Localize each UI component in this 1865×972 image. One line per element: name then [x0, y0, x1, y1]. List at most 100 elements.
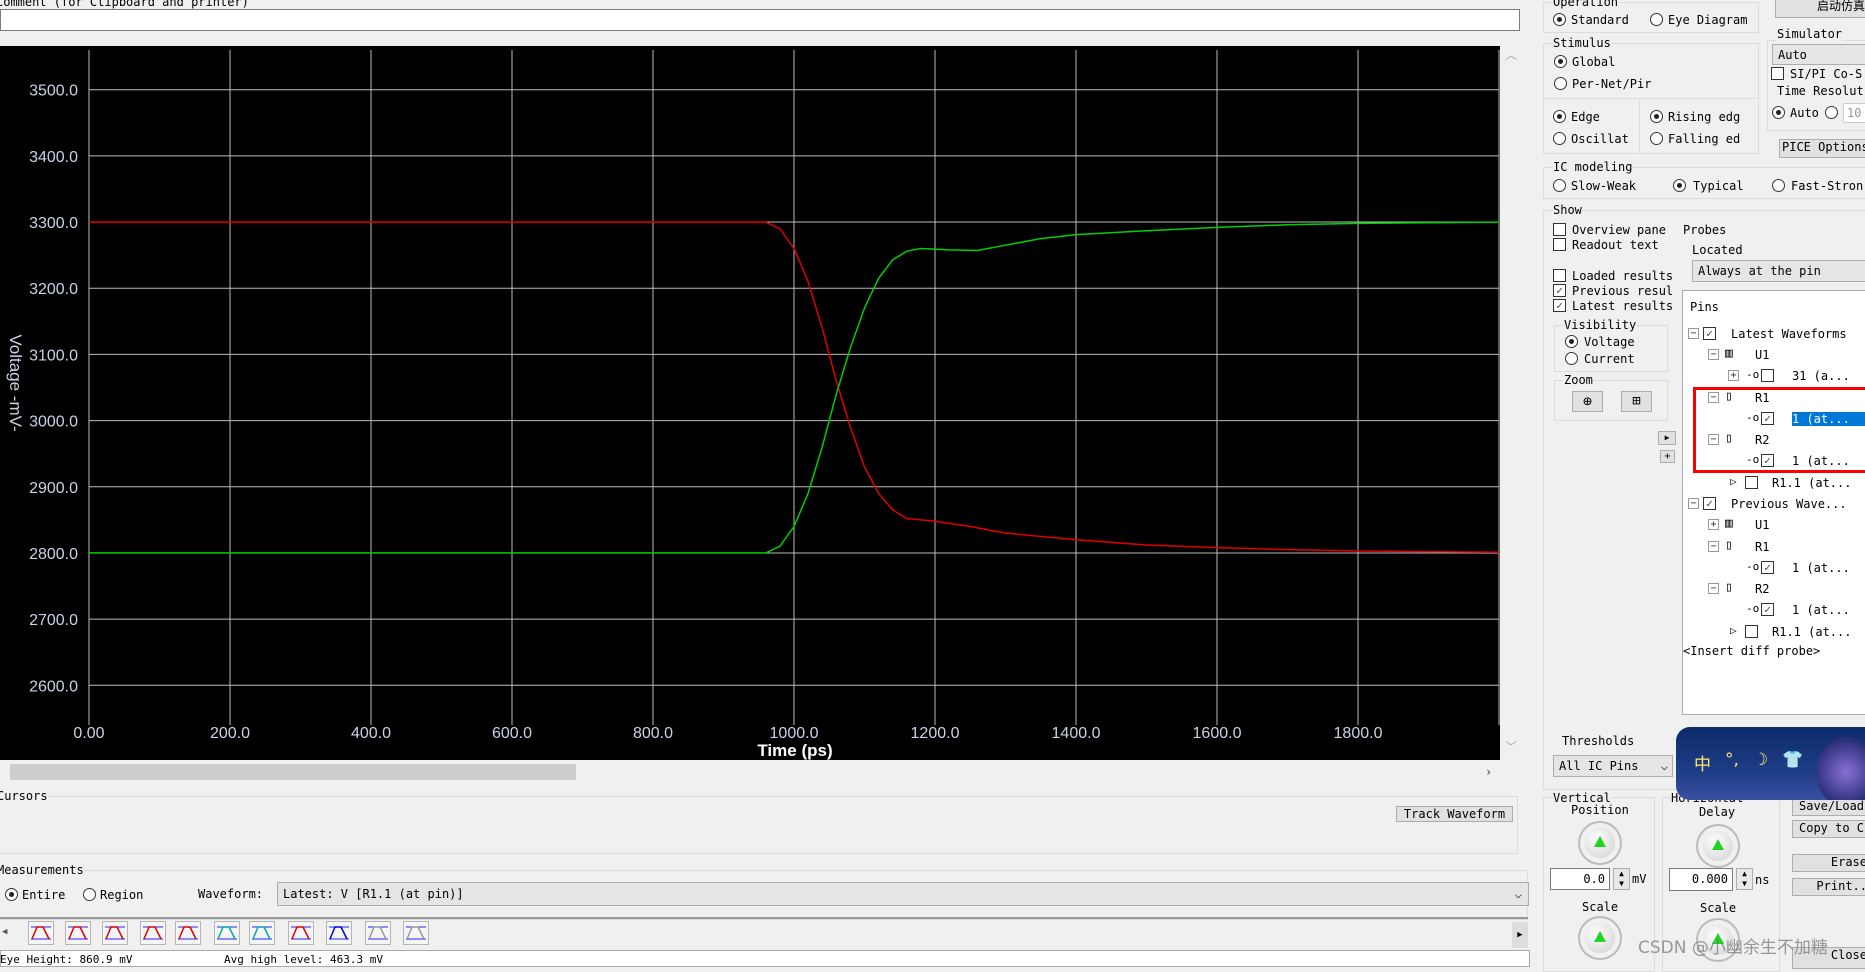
- tree-item-label[interactable]: 1 (at...: [1792, 561, 1850, 575]
- horizontal-delay-spinner[interactable]: ▲ ▼: [1736, 868, 1753, 890]
- ime-toolbar[interactable]: 中 °, ☽ 👕 ★: [1676, 727, 1865, 800]
- time-custom-radio[interactable]: [1825, 106, 1838, 119]
- tree-item-label[interactable]: Previous Wave...: [1731, 497, 1847, 511]
- jitter-icon-button[interactable]: [326, 921, 352, 945]
- tree-item-label[interactable]: 31 (a...: [1792, 369, 1850, 383]
- vertical-scrollbar[interactable]: ︿ ﹀: [1500, 46, 1520, 762]
- waveform-select[interactable]: Latest: V [R1.1 (at pin)] ⌵: [277, 882, 1529, 906]
- thresholds-select[interactable]: All IC Pins ⌵: [1553, 755, 1673, 777]
- per-net-radio[interactable]: [1554, 77, 1567, 90]
- oscillator-radio[interactable]: [1553, 132, 1566, 145]
- edge-radio[interactable]: [1553, 110, 1566, 123]
- located-select[interactable]: Always at the pin: [1692, 260, 1865, 282]
- tree-expander[interactable]: −: [1688, 328, 1699, 339]
- rising-edge-radio[interactable]: [1650, 110, 1663, 123]
- tree-expander[interactable]: +: [1728, 370, 1739, 381]
- tree-expander[interactable]: −: [1708, 349, 1719, 360]
- tree-checkbox[interactable]: ✓: [1703, 327, 1716, 340]
- tree-checkbox[interactable]: [1761, 369, 1774, 382]
- tree-item-label[interactable]: R2: [1755, 582, 1769, 596]
- current-radio[interactable]: [1565, 352, 1578, 365]
- sipi-checkbox[interactable]: [1771, 67, 1784, 80]
- spice-options-button[interactable]: PICE Options: [1779, 139, 1865, 158]
- scroll-right-icon[interactable]: ›: [1485, 765, 1492, 779]
- add-probe-arrow-button[interactable]: ▶: [1658, 431, 1676, 445]
- fall-time-icon-button[interactable]: [140, 921, 166, 945]
- slow-weak-radio[interactable]: [1553, 179, 1566, 192]
- erase-button[interactable]: Erase: [1792, 854, 1865, 872]
- chevron-down-icon: ⌵: [1660, 759, 1668, 773]
- print-button[interactable]: Print..: [1792, 878, 1865, 896]
- tree-expander[interactable]: −: [1708, 541, 1719, 552]
- time-resolution-input[interactable]: 10: [1843, 103, 1865, 123]
- pulse-width-icon-button[interactable]: [214, 921, 240, 945]
- eye-mask-icon-button[interactable]: [365, 921, 391, 945]
- ime-chinese-icon[interactable]: 中: [1694, 750, 1711, 775]
- tree-expander[interactable]: −: [1688, 498, 1699, 509]
- tree-expander[interactable]: +: [1708, 519, 1719, 530]
- tree-item-label[interactable]: U1: [1755, 518, 1769, 532]
- ime-moon-icon[interactable]: ☽: [1753, 750, 1768, 775]
- track-waveform-button[interactable]: Track Waveform: [1396, 806, 1513, 822]
- crossing-icon-button[interactable]: [288, 921, 314, 945]
- vertical-scale-knob[interactable]: [1585, 923, 1615, 953]
- tree-checkbox[interactable]: [1745, 625, 1758, 638]
- simulator-select[interactable]: Auto: [1772, 44, 1865, 65]
- rise-time-icon-button[interactable]: [175, 921, 201, 945]
- readout-text-checkbox[interactable]: [1553, 238, 1566, 251]
- tree-checkbox[interactable]: ✓: [1703, 497, 1716, 510]
- horizontal-scrollbar[interactable]: ›: [0, 762, 1500, 782]
- ime-punctuation-icon[interactable]: °,: [1725, 750, 1739, 775]
- tree-item-label[interactable]: R1.1 (at...: [1772, 476, 1851, 490]
- tree-expander[interactable]: −: [1708, 583, 1719, 594]
- tree-item-label[interactable]: Latest Waveforms: [1731, 327, 1847, 341]
- y-tick-label: 3100.0: [29, 347, 78, 364]
- eye-diagram-radio[interactable]: [1650, 13, 1663, 26]
- scrollbar-thumb[interactable]: [10, 764, 576, 780]
- zoom-fit-button[interactable]: ⊞: [1621, 391, 1652, 412]
- falling-edge-radio[interactable]: [1650, 132, 1663, 145]
- tree-item-label[interactable]: R1.1 (at...: [1772, 625, 1851, 639]
- vertical-unit: mV: [1632, 872, 1647, 886]
- insert-diff-probe[interactable]: <Insert diff probe>: [1683, 644, 1820, 658]
- tree-item-label[interactable]: R1: [1755, 540, 1769, 554]
- time-auto-radio[interactable]: [1772, 106, 1785, 119]
- waveform-chart[interactable]: 0.00 200.0 400.0 600.0 800.0 1000.0 1200.0 1400…: [0, 46, 1500, 760]
- start-simulation-button[interactable]: 启动仿真: [1775, 0, 1865, 18]
- copy-button[interactable]: Copy to C: [1792, 820, 1865, 838]
- region-radio[interactable]: [83, 888, 96, 901]
- typical-radio[interactable]: [1673, 179, 1686, 192]
- overview-pane-checkbox[interactable]: [1553, 223, 1566, 236]
- tree-checkbox[interactable]: [1745, 476, 1758, 489]
- fast-strong-radio[interactable]: [1772, 179, 1785, 192]
- vertical-position-input[interactable]: 0.0: [1550, 868, 1610, 890]
- loaded-results-checkbox[interactable]: [1553, 269, 1566, 282]
- tree-item-label[interactable]: U1: [1755, 348, 1769, 362]
- overshoot-icon-button[interactable]: [65, 921, 91, 945]
- comment-input[interactable]: [0, 9, 1520, 31]
- horizontal-delay-knob[interactable]: [1703, 831, 1733, 861]
- vertical-position-spinner[interactable]: ▲ ▼: [1613, 868, 1630, 890]
- tree-checkbox[interactable]: ✓: [1761, 561, 1774, 574]
- save-load-button[interactable]: Save/Load: [1792, 798, 1865, 816]
- edge-label: Edge: [1571, 110, 1600, 124]
- zoom-in-button[interactable]: ⊕: [1572, 391, 1603, 412]
- voltage-radio[interactable]: [1565, 335, 1578, 348]
- toolbar-scroll-left[interactable]: ◀: [2, 927, 7, 937]
- global-radio[interactable]: [1554, 55, 1567, 68]
- entire-radio[interactable]: [5, 888, 18, 901]
- vertical-position-knob[interactable]: [1585, 828, 1615, 858]
- toolbar-scroll-right[interactable]: ▶: [1512, 922, 1528, 948]
- latest-results-checkbox[interactable]: ✓: [1553, 299, 1566, 312]
- period-icon-button[interactable]: [249, 921, 275, 945]
- undershoot-icon-button[interactable]: [102, 921, 128, 945]
- ime-skin-icon[interactable]: 👕: [1782, 750, 1803, 775]
- tree-item-label[interactable]: 1 (at...: [1792, 603, 1850, 617]
- horizontal-delay-input[interactable]: 0.000: [1669, 868, 1733, 891]
- eye-width-icon-button[interactable]: [28, 921, 54, 945]
- standard-radio[interactable]: [1553, 13, 1566, 26]
- previous-results-checkbox[interactable]: ✓: [1553, 284, 1566, 297]
- diff-eye-icon-button[interactable]: [403, 921, 429, 945]
- add-probe-plus-button[interactable]: +: [1660, 450, 1675, 463]
- tree-checkbox[interactable]: ✓: [1761, 603, 1774, 616]
